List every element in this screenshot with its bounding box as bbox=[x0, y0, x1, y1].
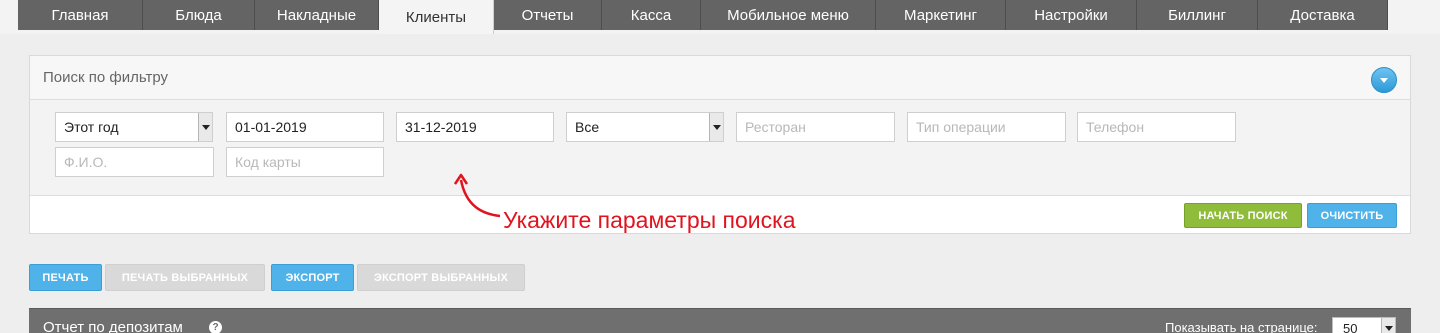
tab-billing[interactable]: Биллинг bbox=[1137, 0, 1258, 30]
tab-label: Блюда bbox=[175, 6, 222, 24]
main-tabs: Главная Блюда Накладные Клиенты Отчеты К… bbox=[18, 0, 1388, 34]
tab-label: Главная bbox=[51, 6, 109, 24]
tab-label: Маркетинг bbox=[904, 6, 977, 24]
tab-reports[interactable]: Отчеты bbox=[494, 0, 602, 30]
card-code-input[interactable]: Код карты bbox=[226, 147, 384, 177]
chevron-down-icon bbox=[198, 113, 212, 141]
tab-clients[interactable]: Клиенты bbox=[379, 0, 494, 34]
export-label: ЭКСПОРТ bbox=[285, 271, 340, 284]
export-selected-button[interactable]: ЭКСПОРТ ВЫБРАННЫХ bbox=[357, 264, 525, 291]
operation-type-input[interactable]: Тип операции bbox=[907, 112, 1066, 142]
tab-settings[interactable]: Настройки bbox=[1006, 0, 1137, 30]
tab-label: Доставка bbox=[1290, 6, 1355, 24]
report-title: Отчет по депозитам bbox=[43, 319, 183, 333]
name-placeholder: Ф.И.О. bbox=[64, 154, 108, 170]
print-button[interactable]: ПЕЧАТЬ bbox=[29, 264, 102, 291]
period-select-value: Этот год bbox=[64, 119, 119, 135]
question-icon[interactable]: ? bbox=[209, 321, 222, 333]
status-select-value: Все bbox=[575, 119, 600, 135]
operation-type-placeholder: Тип операции bbox=[916, 119, 1006, 135]
tab-marketing[interactable]: Маркетинг bbox=[876, 0, 1006, 30]
top-navigation: Главная Блюда Накладные Клиенты Отчеты К… bbox=[0, 0, 1440, 34]
clear-label: ОЧИСТИТЬ bbox=[1320, 209, 1384, 222]
clear-button[interactable]: ОЧИСТИТЬ bbox=[1307, 203, 1397, 228]
per-page-label: Показывать на странице: bbox=[1165, 320, 1318, 333]
tab-label: Накладные bbox=[276, 6, 357, 24]
tab-label: Настройки bbox=[1034, 6, 1108, 24]
phone-placeholder: Телефон bbox=[1086, 119, 1145, 135]
print-selected-button[interactable]: ПЕЧАТЬ ВЫБРАННЫХ bbox=[105, 264, 265, 291]
print-label: ПЕЧАТЬ bbox=[42, 271, 89, 284]
filter-panel-title: Поиск по фильтру bbox=[43, 69, 169, 86]
export-button[interactable]: ЭКСПОРТ bbox=[271, 264, 354, 291]
phone-input[interactable]: Телефон bbox=[1077, 112, 1236, 142]
status-select[interactable]: Все bbox=[566, 112, 724, 142]
tab-delivery[interactable]: Доставка bbox=[1258, 0, 1388, 30]
tab-mobile-menu[interactable]: Мобильное меню bbox=[701, 0, 876, 30]
start-search-label: НАЧАТЬ ПОИСК bbox=[1198, 209, 1288, 222]
tab-cashdesk[interactable]: Касса bbox=[602, 0, 701, 30]
tab-home[interactable]: Главная bbox=[18, 0, 143, 30]
tab-label: Мобильное меню bbox=[727, 6, 849, 24]
date-to-input[interactable]: 31-12-2019 bbox=[396, 112, 554, 142]
tab-label: Клиенты bbox=[405, 8, 467, 26]
filter-fields: Этот год 01-01-2019 31-12-2019 Все Ресто… bbox=[30, 100, 1410, 196]
print-selected-label: ПЕЧАТЬ ВЫБРАННЫХ bbox=[121, 271, 249, 284]
tab-label: Касса bbox=[630, 6, 672, 24]
restaurant-input[interactable]: Ресторан bbox=[736, 112, 895, 142]
search-hint: Укажите параметры поиска bbox=[503, 207, 796, 233]
tab-label: Отчеты bbox=[521, 6, 574, 24]
restaurant-placeholder: Ресторан bbox=[745, 119, 806, 135]
report-header: Отчет по депозитам ? Показывать на стран… bbox=[29, 308, 1411, 333]
card-code-placeholder: Код карты bbox=[235, 154, 301, 170]
per-page-value: 50 bbox=[1343, 320, 1358, 333]
curved-arrow-icon bbox=[454, 173, 501, 218]
export-selected-label: ЭКСПОРТ ВЫБРАННЫХ bbox=[373, 271, 509, 284]
date-from-value: 01-01-2019 bbox=[235, 119, 307, 135]
filter-panel-header: Поиск по фильтру bbox=[30, 56, 1410, 100]
date-from-input[interactable]: 01-01-2019 bbox=[226, 112, 384, 142]
date-to-value: 31-12-2019 bbox=[405, 119, 477, 135]
period-select[interactable]: Этот год bbox=[55, 112, 213, 142]
tab-label: Биллинг bbox=[1168, 6, 1226, 24]
start-search-button[interactable]: НАЧАТЬ ПОИСК bbox=[1184, 203, 1302, 228]
chevron-down-icon bbox=[709, 113, 723, 141]
tab-dishes[interactable]: Блюда bbox=[143, 0, 255, 30]
chevron-down-icon bbox=[1381, 318, 1395, 333]
tab-invoices[interactable]: Накладные bbox=[255, 0, 379, 30]
name-input[interactable]: Ф.И.О. bbox=[55, 147, 214, 177]
per-page-select[interactable]: 50 bbox=[1332, 317, 1396, 333]
chevron-down-icon[interactable] bbox=[1371, 67, 1397, 93]
